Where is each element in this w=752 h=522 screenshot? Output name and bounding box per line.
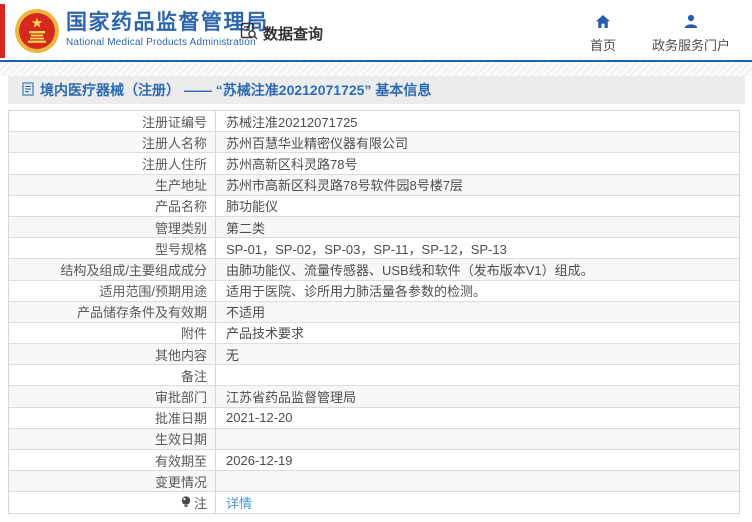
row-label: 产品储存条件及有效期 — [9, 301, 216, 322]
table-row: 注册人住所 苏州高新区科灵路78号 — [9, 153, 739, 175]
breadcrumb-text: 境内医疗器械（注册） —— “苏械注准20212071725” 基本信息 — [40, 82, 432, 98]
row-value: SP-01，SP-02，SP-03，SP-11，SP-12，SP-13 — [226, 241, 507, 257]
row-label: 附件 — [9, 322, 216, 344]
table-row: 型号规格 SP-01，SP-02，SP-03，SP-11，SP-12，SP-13 — [9, 238, 739, 260]
nav-item-label: 政务服务门户 — [651, 38, 730, 53]
row-value: 详情 — [216, 492, 739, 512]
table-row: 变更情况 — [9, 471, 739, 493]
info-table: 注册证编号 苏械注准20212071725 注册人名称 苏州百慧华业精密仪器有限公司注… — [8, 110, 740, 514]
row-value — [216, 365, 739, 385]
user-icon — [683, 14, 699, 32]
row-value: 无 — [226, 347, 240, 363]
data-query-label: 数据查询 — [263, 25, 324, 43]
header-nav: 首页 政务服务门户 — [590, 14, 730, 54]
org-name-en: National Medical Products Administration — [66, 37, 256, 48]
table-row: 生产地址 苏州市高新区科灵路78号软件园8号楼7层 — [9, 174, 739, 196]
table-row: 产品储存条件及有效期 不适用 — [9, 301, 739, 323]
row-value: 产品技术要求 — [226, 326, 305, 342]
row-label: 变更情况 — [9, 471, 216, 492]
row-label: 注册人名称 — [9, 132, 216, 153]
row-value: 不适用 — [226, 305, 266, 321]
row-value: 苏州高新区科灵路78号 — [226, 156, 358, 172]
row-value: 苏州百慧华业精密仪器有限公司 — [226, 135, 409, 151]
row-label: 有效期至 — [9, 450, 216, 471]
document-icon — [22, 81, 34, 99]
row-label: 生效日期 — [9, 428, 216, 449]
row-value: 江苏省药品监督管理局 — [226, 390, 357, 406]
org-name-cn: 国家药品监督管理局 — [66, 11, 269, 34]
row-label: 生产地址 — [9, 174, 216, 195]
row-label: 备注 — [9, 365, 216, 386]
home-icon — [595, 14, 611, 32]
table-row: 注详情 — [9, 492, 739, 514]
row-value: 苏械注准20212071725 — [226, 114, 358, 130]
row-value: 肺功能仪 — [226, 199, 279, 215]
row-label: 注 — [9, 492, 216, 513]
table-row: 备注 — [9, 365, 739, 387]
row-value — [216, 471, 739, 491]
note-bulb-icon — [181, 496, 191, 508]
row-value: 苏州市高新区科灵路78号软件园8号楼7层 — [226, 178, 463, 194]
row-label: 结构及组成/主要组成成分 — [9, 259, 216, 280]
row-label: 管理类别 — [9, 216, 216, 238]
row-label: 其他内容 — [9, 344, 216, 365]
site-title-block: 国家药品监督管理局 National Medical Products Admi… — [66, 11, 269, 48]
table-row: 注册人名称 苏州百慧华业精密仪器有限公司 — [9, 132, 739, 154]
left-red-strip — [0, 4, 5, 58]
row-label: 适用范围/预期用途 — [9, 280, 216, 301]
table-row: 注册证编号 苏械注准20212071725 — [9, 111, 739, 133]
row-label: 批准日期 — [9, 407, 216, 428]
table-row: 审批部门 江苏省药品监督管理局 — [9, 386, 739, 408]
breadcrumb: 境内医疗器械（注册） —— “苏械注准20212071725” 基本信息 — [8, 76, 745, 104]
row-value: 2021-12-20 — [226, 410, 293, 426]
row-value: 第二类 — [226, 220, 266, 236]
table-row: 适用范围/预期用途 适用于医院、诊所用力肺活量各参数的检测。 — [9, 280, 739, 302]
row-value: 适用于医院、诊所用力肺活量各参数的检测。 — [226, 284, 487, 300]
row-label: 注册证编号 — [9, 111, 216, 132]
row-value: 2026-12-19 — [226, 452, 293, 468]
row-value — [216, 429, 739, 449]
site-header: 国家药品监督管理局 National Medical Products Admi… — [0, 0, 752, 62]
document-search-icon — [240, 22, 258, 44]
row-label: 型号规格 — [9, 238, 216, 259]
hatched-divider — [0, 62, 752, 76]
row-value: 由肺功能仪、流量传感器、USB线和软件（发布版本V1）组成。 — [226, 262, 594, 278]
table-row: 其他内容无 — [9, 344, 739, 366]
detail-link[interactable]: 详情 — [226, 493, 252, 512]
table-row: 附件 产品技术要求 — [9, 322, 739, 345]
national-emblem-icon — [14, 8, 60, 54]
table-row: 结构及组成/主要组成成分 由肺功能仪、流量传感器、USB线和软件（发布版本V1）组… — [9, 259, 739, 281]
row-label: 审批部门 — [9, 386, 216, 407]
table-row: 生效日期 — [9, 428, 739, 450]
row-label: 产品名称 — [9, 195, 216, 216]
table-row: 产品名称 肺功能仪 — [9, 195, 739, 217]
nav-item-portal[interactable]: 政务服务门户 — [652, 14, 730, 54]
table-row: 管理类别 第二类 — [9, 216, 739, 239]
nav-item-home[interactable]: 首页 — [590, 14, 616, 54]
table-row: 批准日期 2021-12-20 — [9, 407, 739, 429]
table-row: 有效期至 2026-12-19 — [9, 450, 739, 472]
row-label: 注册人住所 — [9, 153, 216, 174]
data-query-section[interactable]: 数据查询 — [240, 22, 323, 44]
nav-item-label: 首页 — [589, 38, 616, 53]
